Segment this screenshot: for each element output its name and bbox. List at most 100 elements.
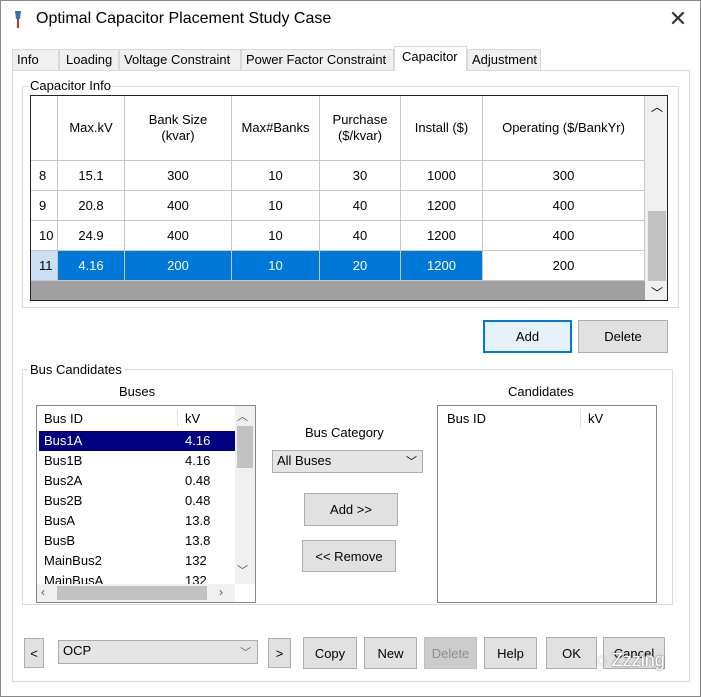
grid-cell[interactable]: 10 [232,161,320,191]
grid-cell[interactable]: 30 [320,161,401,191]
grid-vertical-scrollbar[interactable]: ︿ ﹀ [645,96,667,300]
scrollbar-thumb[interactable] [648,211,666,281]
grid-cell[interactable]: 10 [232,191,320,221]
grid-cell[interactable]: 40 [320,191,401,221]
scroll-down-icon[interactable]: ﹀ [237,562,248,578]
add-bus-button[interactable]: Add >> [304,493,398,526]
bus-list-item[interactable]: Bus2A 0.48 [39,471,235,491]
delete-capacitor-button[interactable]: Delete [578,320,668,353]
column-header[interactable]: Purchase ($/kvar) [320,96,401,161]
tab-power-factor-constraint[interactable]: Power Factor Constraint [241,49,394,70]
grid-cell[interactable]: 40 [320,221,401,251]
tab-capacitor[interactable]: Capacitor [394,46,467,71]
scroll-up-icon[interactable]: ︿ [237,408,248,424]
scroll-left-icon[interactable]: ‹ [41,585,45,599]
capacitor-info-label: Capacitor Info [28,78,113,93]
bus-list-item[interactable]: BusB 13.8 [39,531,235,551]
bus-id-column-header[interactable]: Bus ID [447,409,486,429]
column-header[interactable]: Bank Size (kvar) [125,96,232,161]
grid-cell[interactable]: 1200 [401,221,483,251]
tab-adjustment[interactable]: Adjustment [467,49,541,70]
watermark: ◌ Zzzing [596,650,665,670]
grid-cell[interactable]: 400 [125,221,232,251]
bus-id: Bus2B [44,493,83,508]
bus-kv: 132 [185,553,207,568]
close-button[interactable]: ✕ [664,6,692,32]
bus-id-column-header[interactable]: Bus ID [44,409,83,429]
study-case-value: OCP [63,643,92,658]
delete-button: Delete [424,637,477,669]
scroll-up-icon[interactable]: ︿ [651,98,663,115]
bus-list-item[interactable]: Bus1A 4.16 [39,431,235,451]
column-header[interactable]: Install ($) [401,96,483,161]
add-capacitor-button[interactable]: Add [483,320,572,353]
grid-cell[interactable]: 1000 [401,161,483,191]
column-header[interactable]: Max.kV [58,96,125,161]
buses-vertical-scrollbar[interactable]: ︿ ﹀ [235,406,255,584]
grid-footer [31,281,645,300]
bus-id: Bus1A [44,433,83,448]
candidates-label: Candidates [508,384,574,399]
grid-cell[interactable]: 400 [483,191,645,221]
grid-cell[interactable]: 4.16 [58,251,125,281]
grid-cell[interactable]: 15.1 [58,161,125,191]
tab-voltage-constraint[interactable]: Voltage Constraint [119,49,241,70]
ok-button[interactable]: OK [546,637,597,669]
buses-horizontal-scrollbar[interactable]: ‹ › [37,584,235,602]
remove-bus-button[interactable]: << Remove [302,540,396,572]
bus-kv: 4.16 [185,433,211,448]
grid-cell[interactable]: 20 [320,251,401,281]
grid-cell[interactable]: 20.8 [58,191,125,221]
bus-list-item[interactable]: BusA 13.8 [39,511,235,531]
buses-label: Buses [119,384,156,399]
bus-kv: 13.8 [185,533,211,548]
bus-id: Bus2A [44,473,83,488]
scroll-right-icon[interactable]: › [219,585,223,599]
bus-list-item[interactable]: Bus2B 0.48 [39,491,235,511]
grid-cell[interactable]: 10 [232,221,320,251]
bus-id: Bus1B [44,453,83,468]
bus-kv: 0.48 [185,473,211,488]
tab-loading[interactable]: Loading [59,49,119,70]
grid-cell[interactable]: 1200 [401,251,483,281]
grid-cell[interactable]: 300 [125,161,232,191]
capacitor-grid: Max.kV Bank Size (kvar) Max#Banks Purchase … [30,95,668,301]
row-header-corner [31,96,58,161]
grid-cell[interactable]: 200 [125,251,232,281]
bus-category-value: All Buses [277,453,332,468]
tab-info[interactable]: Info [12,49,59,70]
column-header[interactable]: Operating ($/BankYr) [483,96,645,161]
bus-category-select[interactable]: All Buses ﹀ [272,450,423,473]
scroll-down-icon[interactable]: ﹀ [651,284,663,300]
scrollbar-thumb[interactable] [237,426,253,468]
row-number[interactable]: 10 [31,221,58,251]
bus-list-item[interactable]: Bus1B 4.16 [39,451,235,471]
bus-list-item[interactable]: MainBus2 132 [39,551,235,571]
bus-id: MainBus2 [44,553,102,568]
kv-column-header[interactable]: kV [588,409,603,429]
study-case-select[interactable]: OCP ﹀ [58,640,258,664]
row-number[interactable]: 11 [31,251,58,281]
grid-cell[interactable]: 300 [483,161,645,191]
buses-list[interactable]: Bus ID kV MainBusA 132 MainBus2 132 BusB 13.8 B… [36,405,256,603]
grid-cell[interactable]: 200 [483,251,645,281]
new-button[interactable]: New [364,637,417,669]
previous-button[interactable]: < [24,638,44,668]
grid-cell[interactable]: 400 [125,191,232,221]
grid-cell[interactable]: 24.9 [58,221,125,251]
grid-cell[interactable]: 10 [232,251,320,281]
copy-button[interactable]: Copy [303,637,357,669]
bus-candidates-label: Bus Candidates [28,362,124,377]
kv-column-header[interactable]: kV [185,409,200,429]
grid-cell[interactable]: 400 [483,221,645,251]
scrollbar-thumb[interactable] [57,586,207,600]
row-number[interactable]: 9 [31,191,58,221]
bus-kv: 4.16 [185,453,211,468]
help-button[interactable]: Help [484,637,537,669]
grid-cell[interactable]: 1200 [401,191,483,221]
candidates-list[interactable]: Bus ID kV [437,405,657,603]
row-number[interactable]: 8 [31,161,58,191]
next-button[interactable]: > [268,638,291,668]
window-title: Optimal Capacitor Placement Study Case [36,10,332,27]
column-header[interactable]: Max#Banks [232,96,320,161]
